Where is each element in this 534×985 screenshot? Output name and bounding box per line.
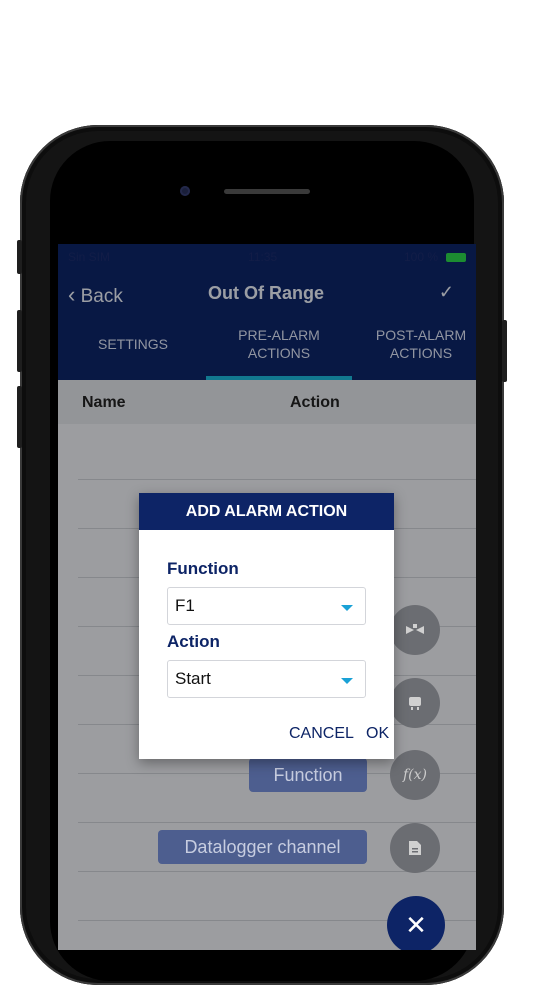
valve-icon — [406, 624, 424, 634]
function-action-button[interactable]: f(x) — [390, 750, 440, 800]
mute-switch — [17, 240, 22, 274]
action-select[interactable]: Start — [167, 660, 366, 698]
function-icon: f(x) — [402, 767, 427, 783]
document-icon — [409, 841, 421, 855]
earpiece-speaker — [224, 189, 310, 194]
valve-action-button[interactable] — [390, 605, 440, 655]
volume-down-button — [17, 386, 22, 448]
dropdown-arrow-icon — [341, 678, 353, 684]
function-select-value: F1 — [175, 596, 195, 615]
power-button — [502, 320, 507, 382]
volume-up-button — [17, 310, 22, 372]
function-chip[interactable]: Function — [249, 758, 367, 792]
action-select-value: Start — [175, 669, 211, 688]
function-field-label: Function — [167, 559, 239, 578]
ok-button[interactable]: OK — [366, 725, 389, 743]
device-icon — [409, 697, 421, 710]
close-icon: ✕ — [405, 910, 427, 940]
datalogger-action-button[interactable] — [390, 823, 440, 873]
app-screen: Sin SIM 11:35 100 % ‹ Back Out Of Range … — [58, 244, 476, 950]
action-field-label: Action — [167, 632, 220, 651]
cancel-button[interactable]: CANCEL — [289, 725, 354, 743]
front-camera — [180, 186, 190, 196]
add-alarm-action-dialog: ADD ALARM ACTION Function F1 Action Star… — [139, 493, 394, 759]
device-action-button[interactable] — [390, 678, 440, 728]
dialog-title: ADD ALARM ACTION — [139, 493, 394, 530]
datalogger-channel-chip[interactable]: Datalogger channel — [158, 830, 367, 864]
function-select[interactable]: F1 — [167, 587, 366, 625]
close-menu-button[interactable]: ✕ — [387, 896, 445, 950]
dropdown-arrow-icon — [341, 605, 353, 611]
